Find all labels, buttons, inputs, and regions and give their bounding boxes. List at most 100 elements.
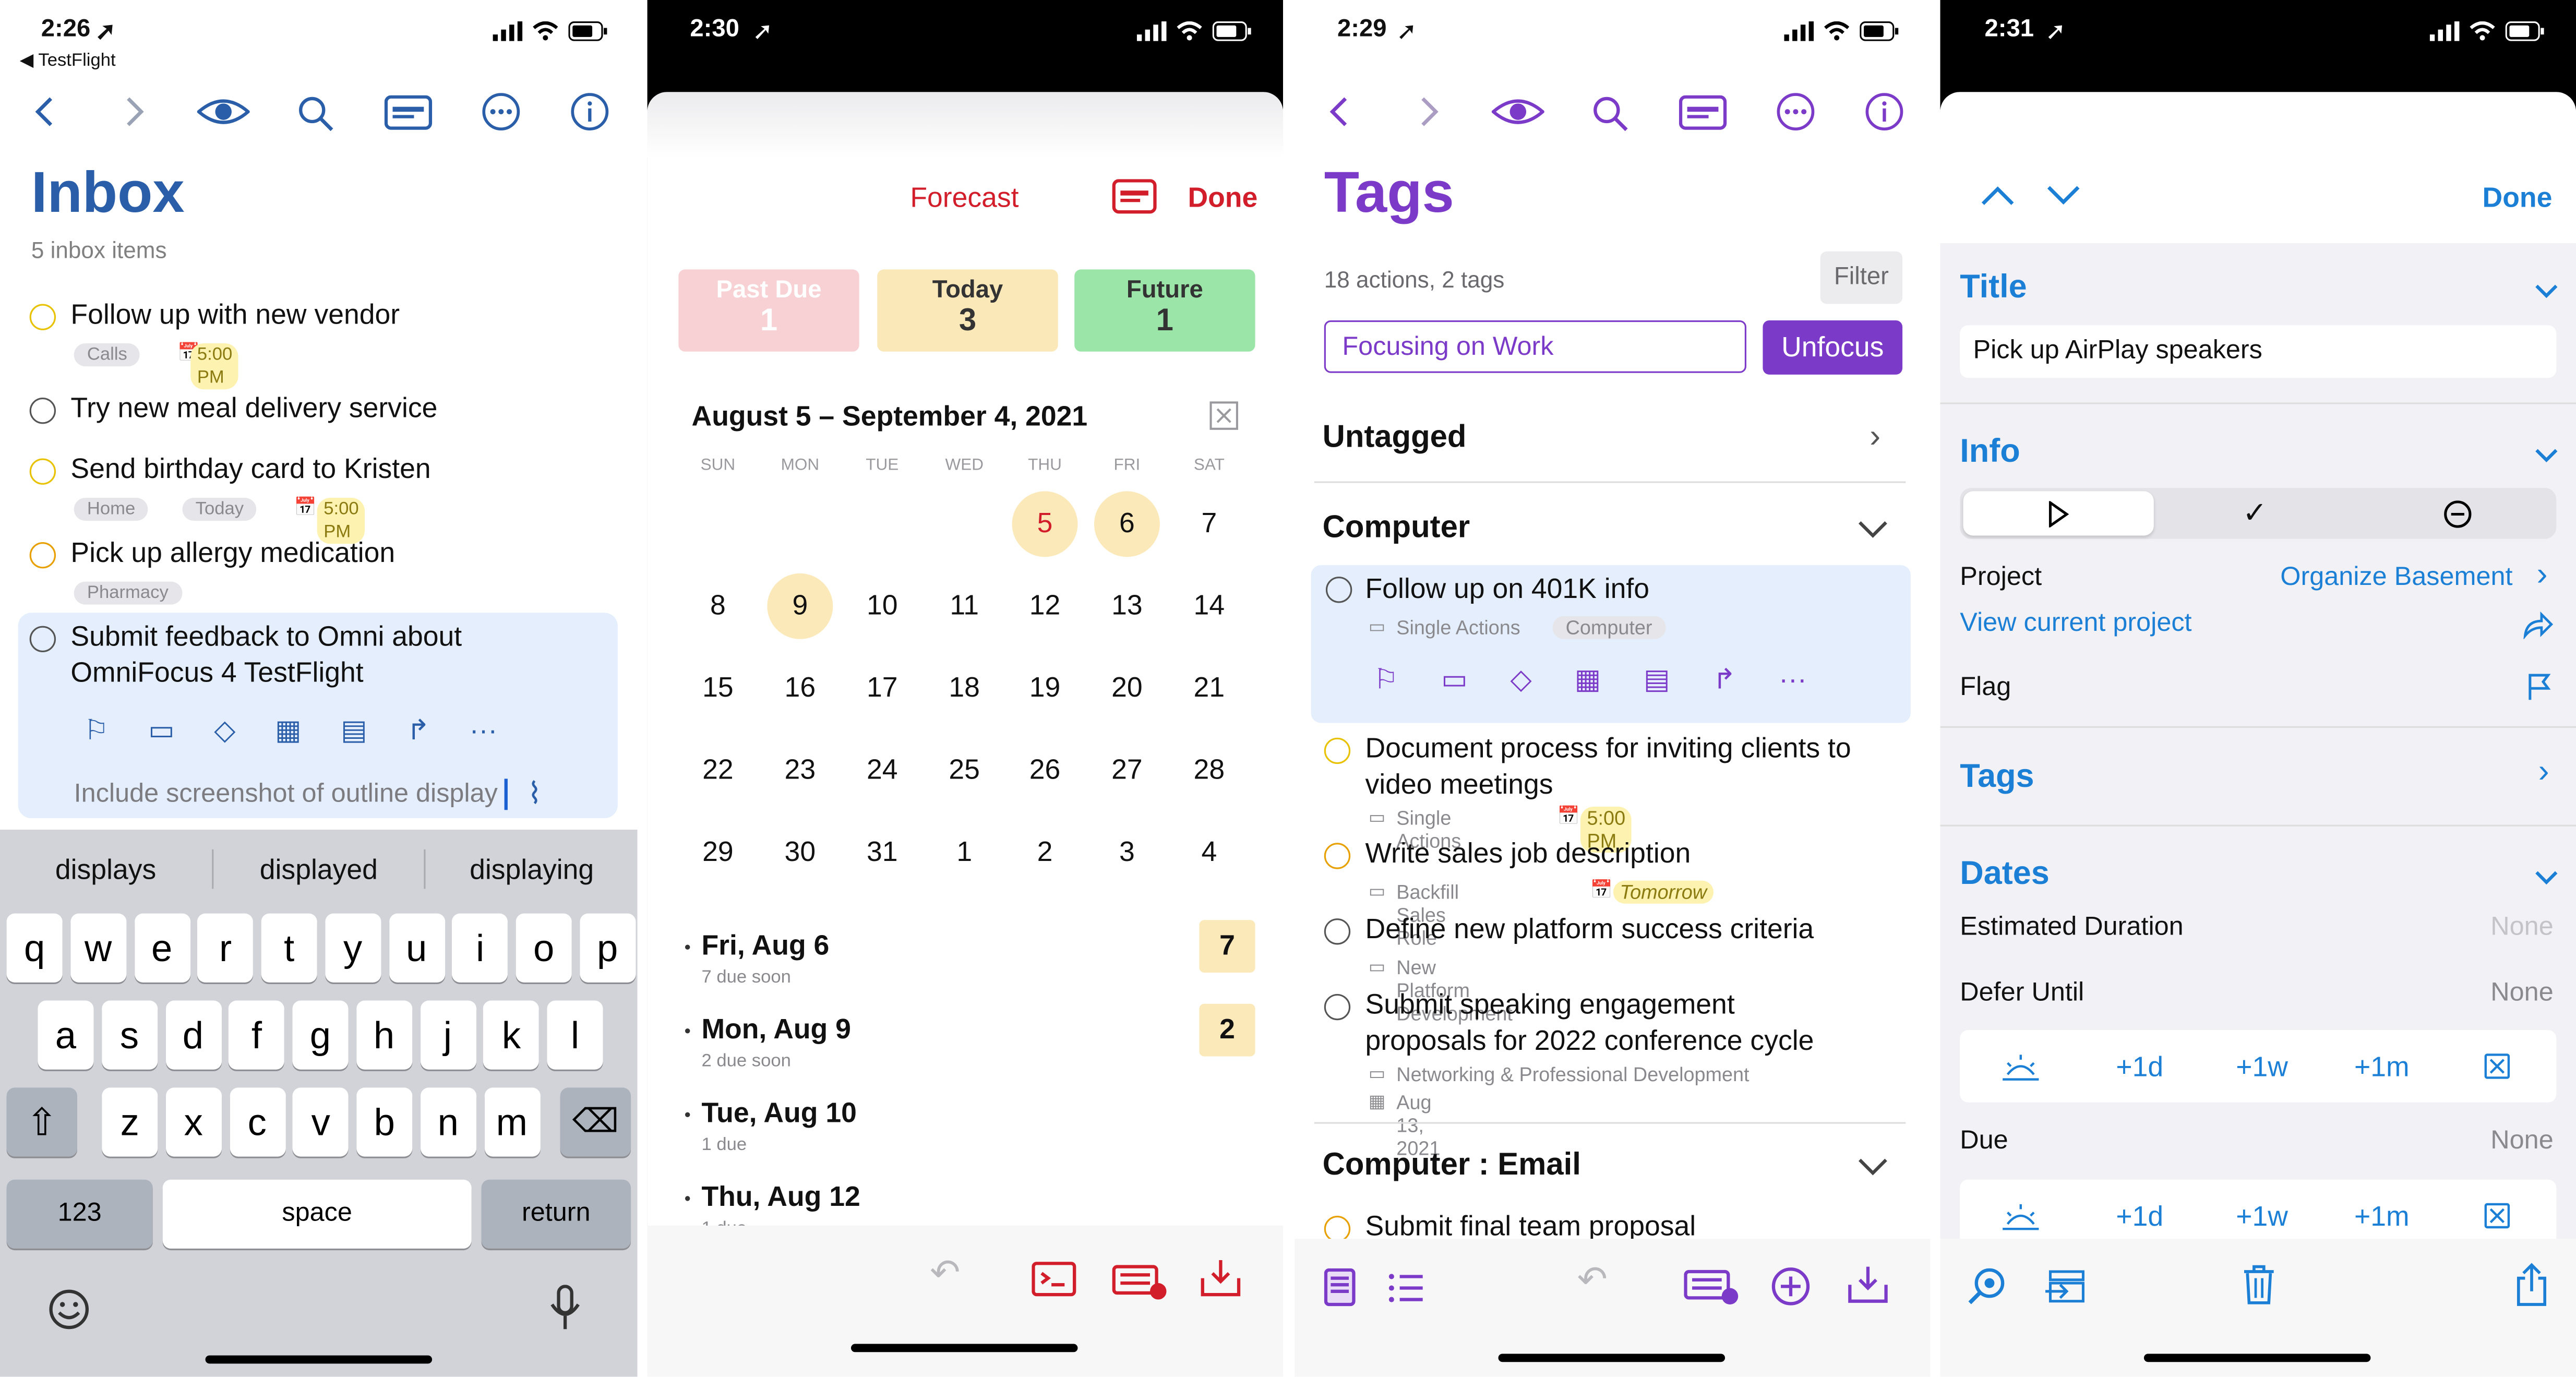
close-calendar-icon[interactable] — [1209, 401, 1239, 430]
calendar-day[interactable]: 7 — [1176, 491, 1242, 557]
move-icon[interactable]: ↱ — [406, 715, 430, 748]
more-icon[interactable]: ··· — [470, 715, 497, 748]
status-circle-icon[interactable] — [29, 542, 56, 569]
title-section-header[interactable]: Title — [1960, 269, 2027, 307]
calendar-day[interactable]: 23 — [767, 738, 833, 804]
tag-icon[interactable]: ◇ — [1511, 664, 1532, 697]
inbox-download-icon[interactable] — [1845, 1262, 1891, 1308]
status-circle-icon[interactable] — [1324, 918, 1351, 945]
segment-completed[interactable]: ✓ — [2160, 491, 2352, 535]
calendar-day[interactable]: 22 — [685, 738, 751, 804]
selected-item-editor[interactable]: Submit feedback to Omni about OmniFocus … — [18, 613, 618, 819]
chevron-down-icon[interactable] — [2535, 447, 2558, 463]
key-b[interactable]: b — [356, 1087, 413, 1157]
calendar-day[interactable]: 11 — [931, 573, 997, 639]
agenda-date[interactable]: Fri, Aug 6 — [701, 930, 829, 963]
calendar-day[interactable]: 21 — [1176, 655, 1242, 721]
info-icon[interactable] — [570, 92, 610, 131]
key-r[interactable]: r — [197, 913, 254, 983]
defer-plus-1w-button[interactable]: +1w — [2236, 1051, 2288, 1084]
clear-date-icon[interactable] — [2484, 1203, 2510, 1229]
key-h[interactable]: h — [356, 1000, 412, 1070]
item-title-line1[interactable]: Submit feedback to Omni about — [70, 621, 462, 654]
chevron-right-icon[interactable]: › — [2538, 754, 2549, 792]
calendar-day[interactable]: 20 — [1094, 655, 1160, 721]
dates-section-header[interactable]: Dates — [1960, 856, 2050, 893]
return-key[interactable]: return — [481, 1179, 631, 1249]
calendar-day[interactable]: 3 — [1094, 820, 1160, 885]
status-circle-icon[interactable] — [1324, 993, 1351, 1021]
calendar-day[interactable]: 30 — [767, 820, 833, 885]
calendar-day[interactable]: 10 — [849, 573, 915, 639]
back-chevron-icon[interactable] — [30, 93, 63, 129]
unfocus-button[interactable]: Unfocus — [1763, 320, 1903, 375]
keyboard-add-icon[interactable] — [1684, 1267, 1740, 1307]
chevron-down-icon[interactable] — [1856, 518, 1889, 541]
key-f[interactable]: f — [229, 1000, 285, 1070]
computer-header[interactable]: Computer — [1323, 511, 1470, 547]
undo-icon[interactable]: ↶ — [930, 1252, 960, 1295]
back-to-testflight[interactable]: ◀ TestFlight — [20, 49, 116, 71]
calendar-day[interactable]: 2 — [1012, 820, 1078, 885]
calendar-day[interactable]: 4 — [1176, 820, 1242, 885]
key-c[interactable]: c — [229, 1087, 285, 1157]
delete-key[interactable]: ⌫ — [560, 1087, 631, 1157]
key-y[interactable]: y — [325, 913, 381, 983]
future-tile[interactable]: Future 1 — [1074, 269, 1255, 352]
key-w[interactable]: w — [70, 913, 126, 983]
keyboard-add-icon[interactable] — [1112, 1262, 1168, 1301]
perspective-icon[interactable] — [1032, 1262, 1077, 1298]
calendar-icon[interactable]: ▦ — [275, 715, 302, 748]
calendar-day[interactable]: 29 — [685, 820, 751, 885]
calendar-day[interactable]: 31 — [849, 820, 915, 885]
space-key[interactable]: space — [162, 1179, 472, 1249]
key-d[interactable]: d — [165, 1000, 221, 1070]
note-icon[interactable]: ▤ — [1644, 664, 1670, 697]
suggestion[interactable]: displayed — [213, 830, 424, 908]
untagged-header[interactable]: Untagged — [1323, 421, 1467, 457]
status-circle-icon[interactable] — [29, 397, 56, 424]
chevron-right-icon[interactable]: › — [1870, 419, 1880, 457]
key-q[interactable]: q — [6, 913, 63, 983]
calendar-day[interactable]: 9 — [767, 573, 833, 639]
emoji-icon[interactable] — [47, 1288, 90, 1331]
calendar-icon[interactable]: ▦ — [1575, 664, 1601, 697]
calendar-day[interactable]: 28 — [1176, 738, 1242, 804]
key-x[interactable]: x — [165, 1087, 222, 1157]
key-n[interactable]: n — [420, 1087, 476, 1157]
key-e[interactable]: e — [134, 913, 190, 983]
defer-plus-1m-button[interactable]: +1m — [2354, 1051, 2410, 1084]
agenda-date[interactable]: Tue, Aug 10 — [701, 1097, 856, 1130]
search-icon[interactable] — [1590, 93, 1630, 133]
agenda-date[interactable]: Mon, Aug 9 — [701, 1014, 850, 1047]
undo-icon[interactable]: ↶ — [1577, 1259, 1608, 1301]
move-icon[interactable]: ↱ — [1712, 664, 1736, 697]
forward-chevron-icon[interactable] — [118, 93, 151, 129]
view-eye-icon[interactable] — [197, 95, 250, 128]
suggestion[interactable]: displays — [0, 830, 211, 908]
past-due-tile[interactable]: Past Due 1 — [678, 269, 859, 352]
inspector-icon[interactable] — [1112, 179, 1158, 215]
calendar-day[interactable]: 25 — [931, 738, 997, 804]
item-title-line2[interactable]: OmniFocus 4 TestFlight — [70, 657, 363, 690]
clear-date-icon[interactable] — [2484, 1053, 2510, 1079]
inspector-icon[interactable] — [384, 95, 434, 131]
view-project-link[interactable]: View current project — [1960, 609, 2191, 639]
back-chevron-icon[interactable] — [1324, 93, 1357, 129]
today-tile[interactable]: Today 3 — [877, 269, 1058, 352]
sidebar-icon[interactable] — [1324, 1268, 1357, 1308]
done-button[interactable]: Done — [2483, 182, 2553, 215]
estimated-duration-value[interactable]: None — [2490, 914, 2553, 943]
key-o[interactable]: o — [516, 913, 572, 983]
status-circle-icon[interactable] — [29, 458, 56, 485]
note-icon[interactable]: ▤ — [341, 715, 367, 748]
calendar-day[interactable]: 8 — [685, 573, 751, 639]
calendar-day[interactable]: 24 — [849, 738, 915, 804]
defer-value[interactable]: None — [2490, 979, 2553, 1009]
calendar-day[interactable]: 13 — [1094, 573, 1160, 639]
calendar-day[interactable]: 27 — [1094, 738, 1160, 804]
key-m[interactable]: m — [484, 1087, 540, 1157]
calendar-day[interactable]: 14 — [1176, 573, 1242, 639]
status-circle-icon[interactable] — [1324, 843, 1351, 869]
key-j[interactable]: j — [420, 1000, 476, 1070]
